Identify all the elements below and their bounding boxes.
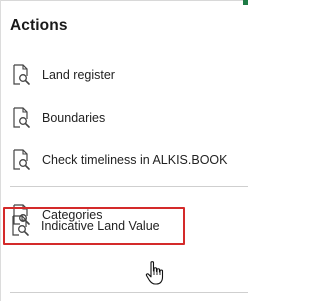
action-item-label: Boundaries [42,111,106,125]
hand-pointer-icon [145,261,164,285]
action-item-boundaries[interactable]: Boundaries [9,104,235,132]
bottom-divider [10,292,248,293]
action-item-indicative-land-value[interactable]: Indicative Land Value [3,207,185,245]
left-border [0,0,1,301]
action-item-label: Check timeliness in ALKIS.BOOK [42,153,228,167]
top-border [0,0,248,1]
panel-title: Actions [10,17,68,34]
document-search-icon [13,107,30,128]
accent-marker [243,0,248,5]
section-divider [10,186,248,187]
action-item-label: Indicative Land Value [41,219,160,233]
document-search-icon [13,64,30,85]
action-item-check-timeliness[interactable]: Check timeliness in ALKIS.BOOK [9,146,235,174]
document-search-icon [12,215,29,236]
action-item-land-register[interactable]: Land register [9,61,235,89]
action-item-label: Land register [42,68,115,82]
document-search-icon [13,149,30,170]
